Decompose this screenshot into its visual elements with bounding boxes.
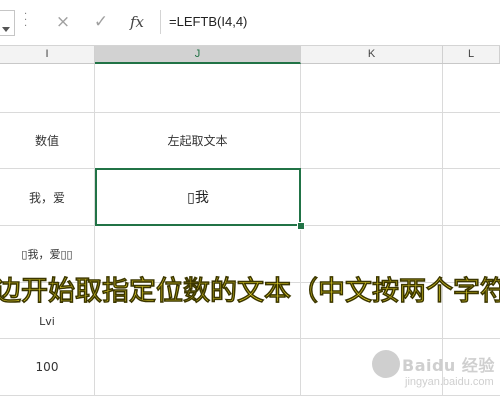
chevron-down-icon[interactable] [2, 27, 10, 32]
watermark-brand: Baidu 经验 [402, 356, 495, 375]
column-header-i[interactable]: I [0, 46, 95, 63]
cell-j[interactable] [95, 339, 301, 395]
selected-cell[interactable]: ▯我 [95, 168, 301, 226]
cell-l[interactable] [443, 169, 500, 225]
cell-k[interactable] [301, 113, 443, 168]
insert-function-button[interactable]: fx [122, 10, 152, 34]
confirm-icon[interactable]: ✓ [86, 10, 116, 34]
cell-l[interactable] [443, 113, 500, 168]
cell-i[interactable]: 100 [0, 339, 95, 395]
fill-handle[interactable] [297, 222, 305, 230]
cell-i[interactable]: 我，爱 [0, 169, 95, 225]
watermark-url: jingyan.baidu.com [405, 376, 494, 388]
baidu-paw-icon [372, 350, 400, 378]
cell-j[interactable] [95, 64, 301, 112]
tutorial-caption: 边开始取指定位数的文本（中文按两个字符 [0, 272, 500, 312]
column-header-j[interactable]: J [95, 46, 301, 64]
column-header-l[interactable]: L [443, 46, 500, 63]
table-row: 数值 左起取文本 [0, 113, 500, 169]
more-options-icon[interactable]: · · · [24, 10, 27, 32]
cell-k[interactable] [301, 169, 443, 225]
column-header-k[interactable]: K [301, 46, 443, 63]
column-headers: I J K L [0, 46, 500, 64]
caption-text: 边开始取指定位数的文本（中文按两个字符 [0, 276, 500, 308]
cell-l[interactable] [443, 64, 500, 112]
name-box[interactable] [0, 10, 15, 36]
formula-bar: · · · × ✓ fx =LEFTB(I4,4) [0, 0, 500, 46]
table-row [0, 64, 500, 113]
spreadsheet-window: · · · × ✓ fx =LEFTB(I4,4) I J K L 数值 左起取文本… [0, 0, 500, 400]
cell-j[interactable]: 左起取文本 [95, 113, 301, 168]
formula-input[interactable]: =LEFTB(I4,4) [160, 10, 500, 34]
cancel-icon[interactable]: × [48, 10, 78, 34]
cell-k[interactable] [301, 64, 443, 112]
cell-i[interactable] [0, 64, 95, 112]
cell-i[interactable]: 数值 [0, 113, 95, 168]
